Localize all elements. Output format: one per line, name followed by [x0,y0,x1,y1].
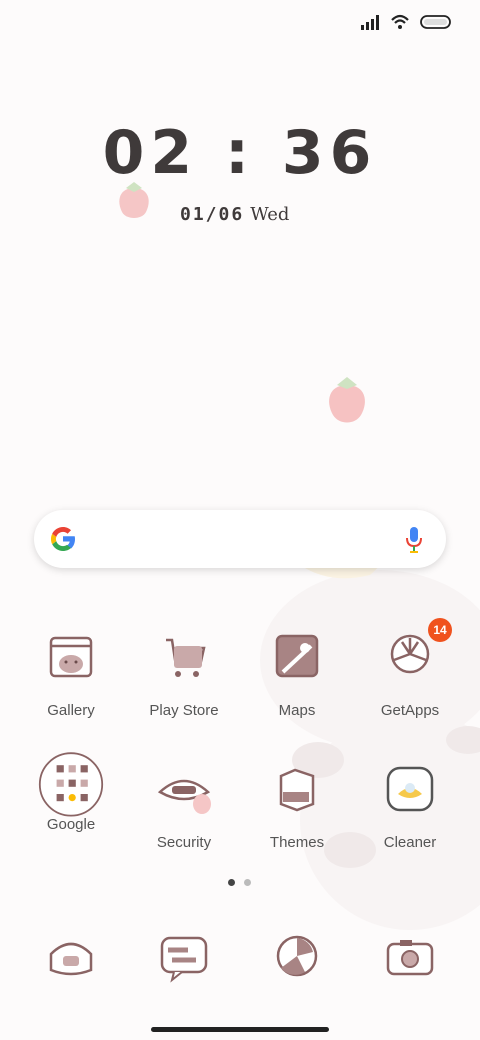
app-play-store[interactable]: Play Store [128,632,240,719]
notification-badge: 14 [428,618,452,642]
security-icon [157,779,211,814]
app-gallery[interactable]: Gallery [15,632,127,719]
home-gesture-bar[interactable] [151,1027,329,1032]
play-store-icon [166,638,206,677]
phone-icon [49,942,93,976]
app-google-folder[interactable]: Google [15,752,127,833]
google-search-bar[interactable] [34,510,446,568]
signal-icon [361,15,379,30]
google-logo-icon[interactable] [48,524,78,554]
messages-icon [160,936,208,983]
dock-browser[interactable] [241,932,353,992]
dock-camera[interactable] [354,932,466,992]
app-label: Maps [278,702,316,719]
page-dot [244,879,251,886]
wifi-icon [391,14,409,29]
getapps-icon [390,634,430,674]
app-label: GetApps [380,702,440,719]
browser-icon [276,935,318,977]
app-security[interactable]: Security [128,764,240,851]
clock-time: 02 : 36 [102,118,378,188]
app-getapps[interactable]: 14 GetApps [354,618,466,719]
app-label: Gallery [47,702,95,719]
status-bar [360,8,452,36]
cleaner-icon [386,766,434,812]
clock-date: 01/06 Wed [180,204,289,225]
app-cleaner[interactable]: Cleaner [354,764,466,851]
app-label: Security [156,834,212,851]
app-themes[interactable]: Themes [241,764,353,851]
dock-messages[interactable] [128,932,240,992]
app-label: Cleaner [383,834,437,851]
app-label: Themes [269,834,325,851]
microphone-icon[interactable] [404,525,424,555]
app-label: Play Store [149,702,219,719]
camera-icon [386,940,434,976]
app-maps[interactable]: Maps [241,632,353,719]
themes-icon [279,768,315,812]
gallery-icon [49,636,93,678]
strawberry-icon [329,377,365,423]
dock-phone[interactable] [15,932,127,992]
google-folder-icon [38,752,104,817]
battery-icon [420,15,451,29]
date-text: 01/06 [180,204,245,225]
page-dot-active [228,879,235,886]
weekday-text: Wed [250,204,290,225]
app-label: Google [46,816,96,833]
maps-icon [275,634,319,678]
page-indicator [228,879,251,886]
